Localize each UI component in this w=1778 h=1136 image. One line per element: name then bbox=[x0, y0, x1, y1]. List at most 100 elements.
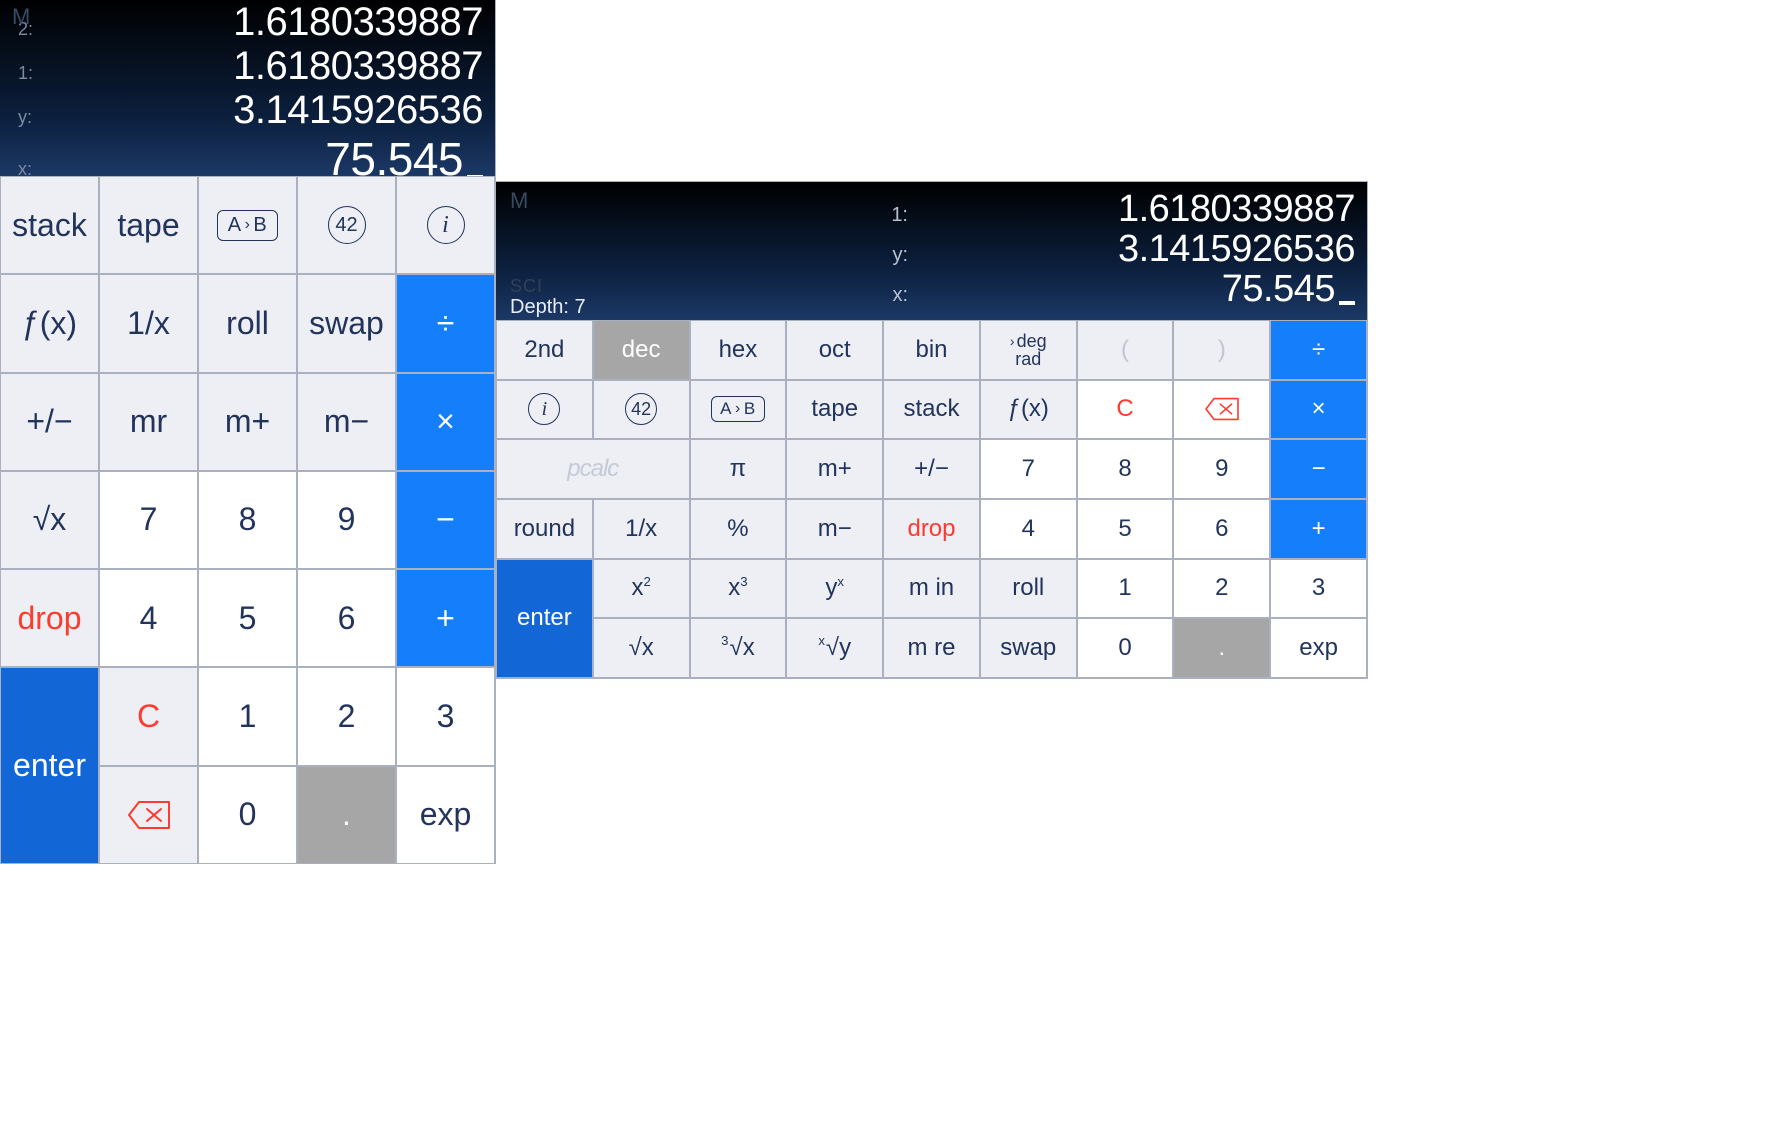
sqrt-button[interactable]: √x bbox=[0, 471, 99, 569]
deg-rad-button[interactable]: ›deg rad bbox=[980, 320, 1077, 380]
divide-button[interactable]: ÷ bbox=[396, 274, 495, 372]
plus-minus-button[interactable]: +/− bbox=[0, 373, 99, 471]
reciprocal-button[interactable]: 1/x bbox=[593, 499, 690, 559]
constants-button[interactable]: 42 bbox=[593, 380, 690, 440]
divide-button[interactable]: ÷ bbox=[1270, 320, 1367, 380]
info-button[interactable]: i bbox=[396, 176, 495, 274]
backspace-button[interactable] bbox=[99, 766, 198, 864]
calculator-landscape: M SCI Depth: 7 1: 1.6180339887 y: 3.1415… bbox=[496, 181, 1368, 679]
digit-1-button[interactable]: 1 bbox=[1077, 559, 1174, 619]
tape-button[interactable]: tape bbox=[786, 380, 883, 440]
minus-button[interactable]: − bbox=[396, 471, 495, 569]
roll-button[interactable]: roll bbox=[198, 274, 297, 372]
memory-plus-button[interactable]: m+ bbox=[198, 373, 297, 471]
backspace-button[interactable] bbox=[1173, 380, 1270, 440]
digit-0-button[interactable]: 0 bbox=[1077, 618, 1174, 678]
convert-icon: A›B bbox=[711, 396, 765, 422]
second-button[interactable]: 2nd bbox=[496, 320, 593, 380]
convert-button[interactable]: A›B bbox=[690, 380, 787, 440]
dec-button[interactable]: dec bbox=[593, 320, 690, 380]
memory-minus-button[interactable]: m− bbox=[297, 373, 396, 471]
plus-button[interactable]: + bbox=[396, 569, 495, 667]
chevron-right-icon: › bbox=[1010, 334, 1015, 348]
enter-button[interactable]: enter bbox=[0, 667, 99, 864]
plus-minus-button[interactable]: +/− bbox=[883, 439, 980, 499]
round-button[interactable]: round bbox=[496, 499, 593, 559]
x-cubed-button[interactable]: x3 bbox=[690, 559, 787, 619]
digit-6-button[interactable]: 6 bbox=[297, 569, 396, 667]
reciprocal-button[interactable]: 1/x bbox=[99, 274, 198, 372]
memory-in-button[interactable]: m in bbox=[883, 559, 980, 619]
percent-button[interactable]: % bbox=[690, 499, 787, 559]
xth-root-button[interactable]: x√y bbox=[786, 618, 883, 678]
constants-icon: 42 bbox=[625, 393, 657, 425]
multiply-button[interactable]: × bbox=[396, 373, 495, 471]
landscape-keypad: 2nd dec hex oct bin ›deg rad ( ) ÷ i 42 … bbox=[496, 320, 1367, 678]
memory-re-button[interactable]: m re bbox=[883, 618, 980, 678]
stack-label-1: 1: bbox=[0, 63, 50, 84]
stack-label-y: y: bbox=[0, 107, 50, 128]
fx-button[interactable]: ƒ(x) bbox=[980, 380, 1077, 440]
fx-button[interactable]: ƒ(x) bbox=[0, 274, 99, 372]
enter-button[interactable]: enter bbox=[496, 559, 593, 678]
digit-8-button[interactable]: 8 bbox=[1077, 439, 1174, 499]
digit-1-button[interactable]: 1 bbox=[198, 667, 297, 765]
digit-5-button[interactable]: 5 bbox=[198, 569, 297, 667]
decimal-button[interactable]: . bbox=[1173, 618, 1270, 678]
cuberoot-button[interactable]: 3√x bbox=[690, 618, 787, 678]
digit-4-button[interactable]: 4 bbox=[980, 499, 1077, 559]
digit-2-button[interactable]: 2 bbox=[1173, 559, 1270, 619]
memory-recall-button[interactable]: mr bbox=[99, 373, 198, 471]
multiply-button[interactable]: × bbox=[1270, 380, 1367, 440]
digit-8-button[interactable]: 8 bbox=[198, 471, 297, 569]
digit-4-button[interactable]: 4 bbox=[99, 569, 198, 667]
exp-button[interactable]: exp bbox=[1270, 618, 1367, 678]
swap-button[interactable]: swap bbox=[297, 274, 396, 372]
rparen-button[interactable]: ) bbox=[1173, 320, 1270, 380]
stack-button[interactable]: stack bbox=[0, 176, 99, 274]
exp-button[interactable]: exp bbox=[396, 766, 495, 864]
y-to-x-button[interactable]: yx bbox=[786, 559, 883, 619]
memory-plus-button[interactable]: m+ bbox=[786, 439, 883, 499]
oct-button[interactable]: oct bbox=[786, 320, 883, 380]
digit-7-button[interactable]: 7 bbox=[980, 439, 1077, 499]
sqrt-button[interactable]: √x bbox=[593, 618, 690, 678]
stack-value-y: 3.1415926536 bbox=[233, 88, 495, 133]
drop-button[interactable]: drop bbox=[0, 569, 99, 667]
info-button[interactable]: i bbox=[496, 380, 593, 440]
constants-icon: 42 bbox=[328, 206, 366, 244]
memory-minus-button[interactable]: m− bbox=[786, 499, 883, 559]
digit-2-button[interactable]: 2 bbox=[297, 667, 396, 765]
clear-button[interactable]: C bbox=[1077, 380, 1174, 440]
sci-indicator: SCI bbox=[510, 276, 543, 297]
stack-button[interactable]: stack bbox=[883, 380, 980, 440]
lparen-button[interactable]: ( bbox=[1077, 320, 1174, 380]
pi-button[interactable]: π bbox=[690, 439, 787, 499]
roll-button[interactable]: roll bbox=[980, 559, 1077, 619]
digit-7-button[interactable]: 7 bbox=[99, 471, 198, 569]
digit-3-button[interactable]: 3 bbox=[396, 667, 495, 765]
digit-9-button[interactable]: 9 bbox=[297, 471, 396, 569]
clear-button[interactable]: C bbox=[99, 667, 198, 765]
decimal-button[interactable]: . bbox=[297, 766, 396, 864]
cursor-icon bbox=[1339, 301, 1355, 305]
digit-3-button[interactable]: 3 bbox=[1270, 559, 1367, 619]
bin-button[interactable]: bin bbox=[883, 320, 980, 380]
minus-button[interactable]: − bbox=[1270, 439, 1367, 499]
info-icon: i bbox=[427, 206, 465, 244]
digit-9-button[interactable]: 9 bbox=[1173, 439, 1270, 499]
drop-button[interactable]: drop bbox=[883, 499, 980, 559]
hex-button[interactable]: hex bbox=[690, 320, 787, 380]
swap-button[interactable]: swap bbox=[980, 618, 1077, 678]
tape-button[interactable]: tape bbox=[99, 176, 198, 274]
convert-icon: A›B bbox=[217, 210, 279, 241]
constants-button[interactable]: 42 bbox=[297, 176, 396, 274]
convert-button[interactable]: A›B bbox=[198, 176, 297, 274]
digit-5-button[interactable]: 5 bbox=[1077, 499, 1174, 559]
portrait-keypad: stack tape A›B 42 i ƒ(x) 1/x roll swap ÷… bbox=[0, 176, 495, 864]
digit-6-button[interactable]: 6 bbox=[1173, 499, 1270, 559]
stack-value-1: 1.6180339887 bbox=[1118, 188, 1367, 231]
plus-button[interactable]: + bbox=[1270, 499, 1367, 559]
digit-0-button[interactable]: 0 bbox=[198, 766, 297, 864]
x-squared-button[interactable]: x2 bbox=[593, 559, 690, 619]
